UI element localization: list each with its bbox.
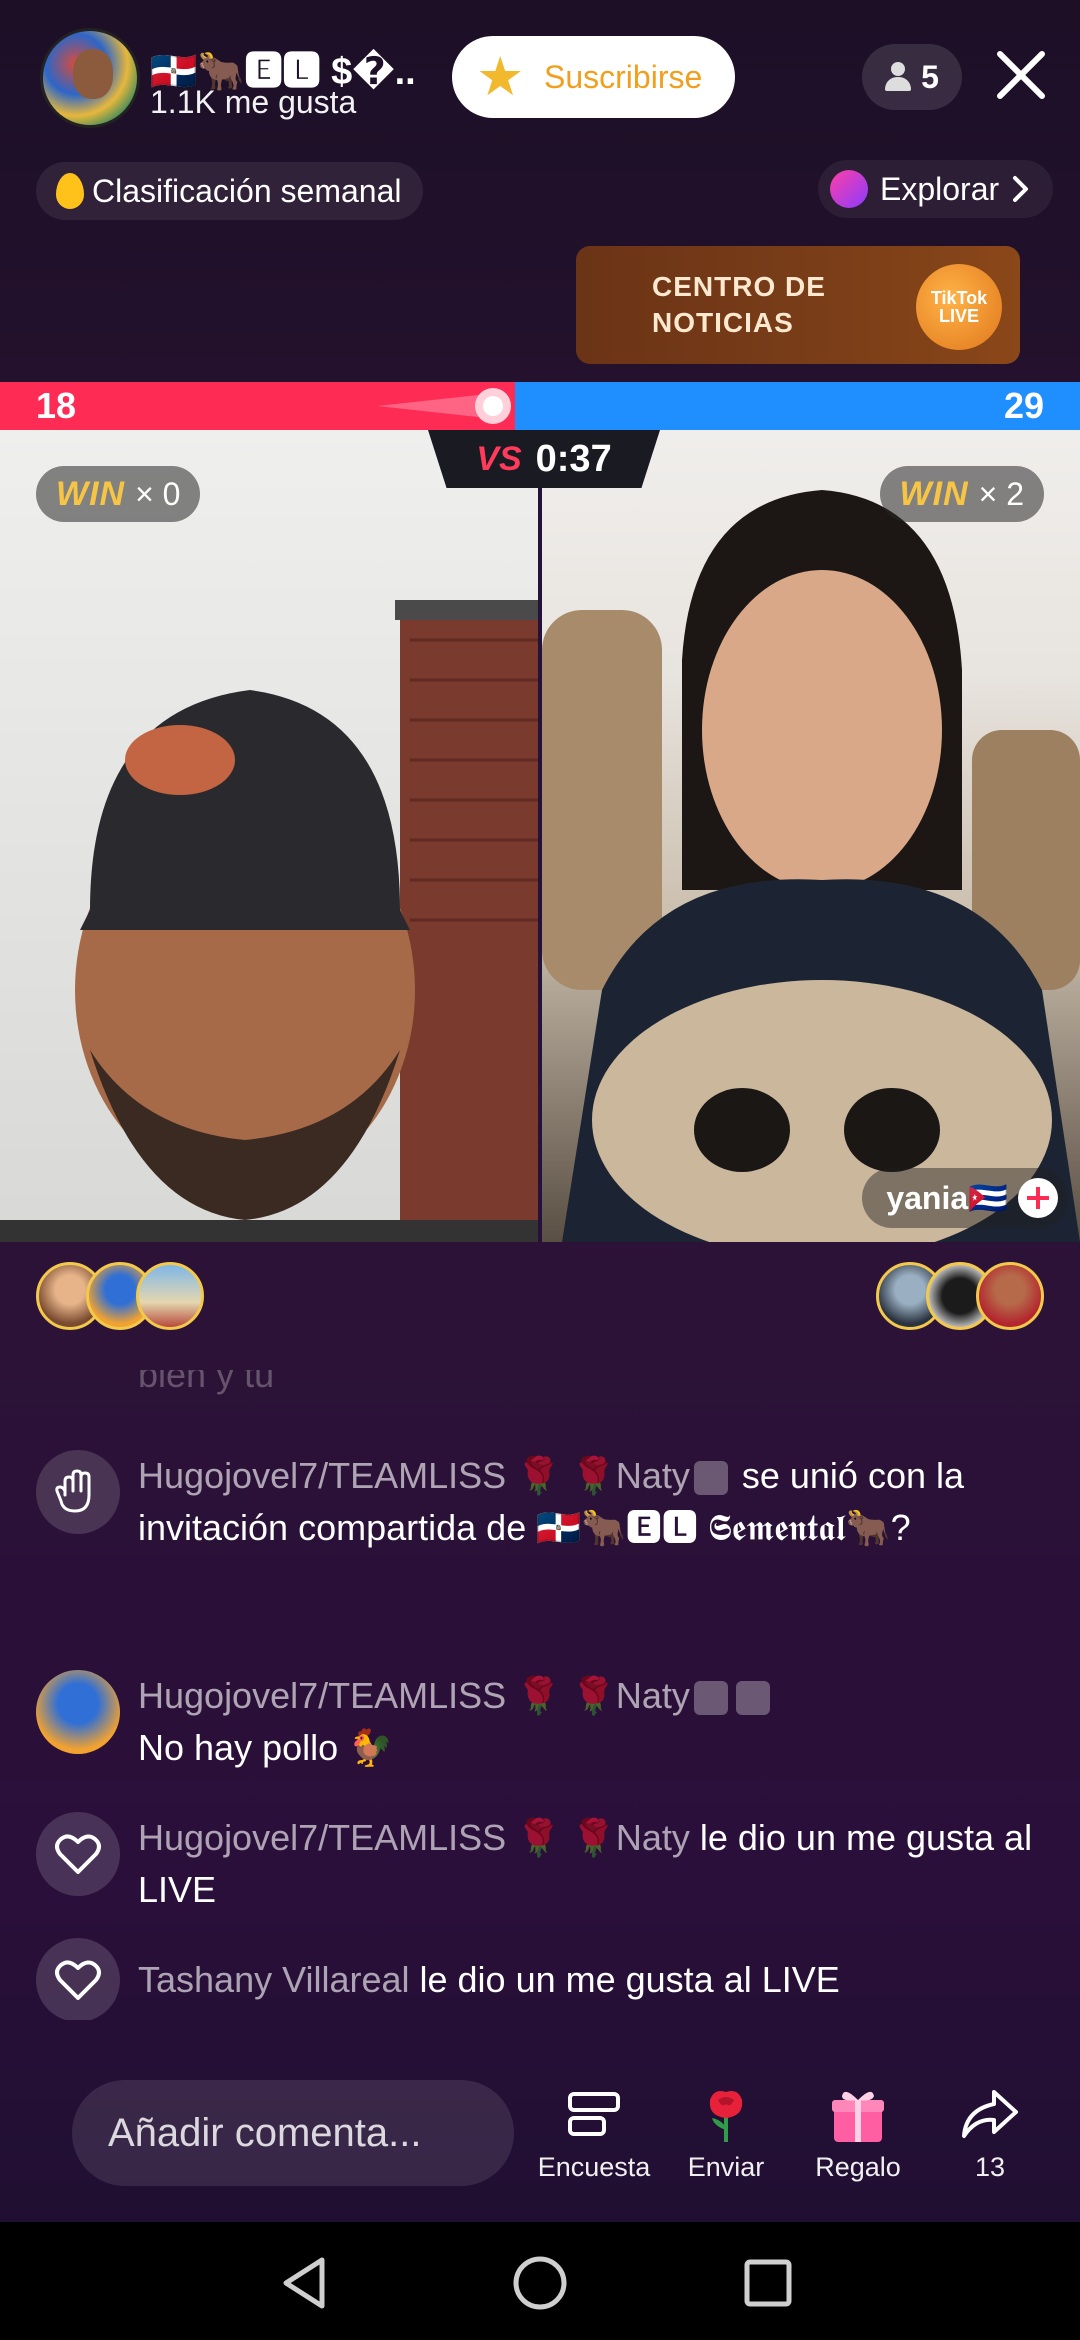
chat-username[interactable]: Tashany Villareal [138, 1959, 410, 2000]
battle-timer-value: 0:37 [535, 437, 612, 480]
chat-message-text: Hugojovel7/TEAMLISS 🌹 🌹Naty le dio un me… [138, 1812, 1038, 1916]
opponent-video[interactable] [542, 430, 1080, 1242]
gift-button[interactable]: Regalo [798, 2082, 918, 2192]
opponent-profile-tag[interactable]: yania🇨🇺 [862, 1168, 1068, 1228]
win-streak-left: WIN × 0 [36, 466, 201, 522]
user-badge-icon [693, 1681, 728, 1716]
news-banner-line2: NOTICIAS [652, 307, 794, 338]
heart-icon [55, 1834, 101, 1874]
top-gifters-left[interactable] [36, 1262, 204, 1330]
gifter-avatar[interactable] [136, 1262, 204, 1330]
win-label-right: WIN [899, 474, 969, 513]
host-camera-feed [0, 600, 538, 1242]
person-icon [885, 62, 912, 92]
send-rose-button[interactable]: Enviar [666, 2082, 786, 2192]
weekly-ranking-label: Clasificación semanal [92, 172, 402, 209]
chat-avatar [36, 1938, 120, 2020]
chat-message[interactable]: Hugojovel7/TEAMLISS 🌹 🌹Naty le dio un me… [36, 1812, 1046, 1922]
chat-message[interactable]: Hugojovel7/TEAMLISS 🌹 🌹Naty No hay pollo… [36, 1670, 1046, 1780]
chat-feed[interactable]: bien y tu Hugojovel7/TEAMLISS 🌹 🌹Naty se… [0, 1370, 1080, 2020]
tiktok-live-logo: TikTok LIVE [916, 264, 1002, 350]
planet-icon [830, 170, 868, 208]
flame-icon [56, 173, 84, 209]
chat-message-text: Hugojovel7/TEAMLISS 🌹 🌹Naty se unió con … [138, 1450, 1038, 1554]
host-avatar[interactable] [40, 28, 140, 128]
comment-input[interactable] [72, 2080, 514, 2186]
opponent-name: yania🇨🇺 [886, 1180, 1008, 1216]
opponent-camera-feed [542, 490, 1080, 1242]
chat-username[interactable]: Hugojovel7/TEAMLISS 🌹 🌹Naty [138, 1817, 690, 1858]
chat-username[interactable]: Hugojovel7/TEAMLISS 🌹 🌹Naty [138, 1455, 690, 1496]
gift-icon [832, 2091, 884, 2142]
win-streak-right: WIN × 2 [879, 466, 1044, 522]
chat-message[interactable]: Tashany Villareal le dio un me gusta al … [36, 1938, 1046, 2020]
chat-message-text: Hugojovel7/TEAMLISS 🌹 🌹Naty No hay pollo… [138, 1670, 1038, 1774]
rose-icon [709, 2091, 743, 2142]
subscribe-button[interactable]: ★ Suscribirse [452, 36, 735, 118]
heart-icon [55, 1960, 101, 2000]
win-label-left: WIN [56, 474, 126, 513]
share-icon [962, 2090, 1018, 2138]
score-right: 29 [1003, 385, 1044, 426]
chat-message-body: le dio un me gusta al LIVE [409, 1959, 840, 2000]
poll-button[interactable]: Encuesta [534, 2082, 654, 2192]
viewer-count-button[interactable]: 5 [862, 44, 962, 110]
win-count-right: × 2 [978, 475, 1024, 512]
poll-label: Encuesta [537, 2152, 651, 2182]
chat-avatar [36, 1450, 120, 1534]
chat-message[interactable]: Hugojovel7/TEAMLISS 🌹 🌹Naty se unió con … [36, 1450, 1046, 1620]
chat-message-text: Tashany Villareal le dio un me gusta al … [138, 1954, 1038, 2006]
score-bar-right [515, 382, 1080, 430]
chat-faded-message: bien y tu [138, 1370, 275, 1395]
gifter-avatar[interactable] [976, 1262, 1044, 1330]
back-icon[interactable] [272, 2248, 342, 2318]
wave-hand-icon [55, 1469, 91, 1513]
vs-icon: VS [476, 439, 522, 478]
battle-timer: VS 0:37 [428, 430, 660, 488]
news-center-banner[interactable]: CENTRO DE NOTICIAS TikTok LIVE [576, 246, 1020, 364]
user-badge-icon [735, 1681, 770, 1716]
news-banner-line1: CENTRO DE [652, 271, 826, 302]
win-count-left: × 0 [135, 475, 181, 512]
top-gifters-right[interactable] [876, 1262, 1044, 1330]
subscribe-label: Suscribirse [544, 58, 703, 95]
viewer-count: 5 [921, 58, 939, 95]
chevron-right-icon [1013, 176, 1029, 202]
chat-avatar [36, 1812, 120, 1896]
explore-label: Explorar [880, 170, 1000, 207]
home-icon[interactable] [505, 2248, 575, 2318]
chat-avatar [36, 1670, 120, 1754]
explore-button[interactable]: Explorar [818, 160, 1054, 218]
host-likes: 1.1K me gusta [150, 84, 357, 120]
recents-icon[interactable] [733, 2248, 803, 2318]
poll-icon [568, 2092, 620, 2136]
chat-message-body: No hay pollo 🐓 [138, 1727, 393, 1768]
share-button[interactable]: 13 [930, 2082, 1050, 2192]
user-badge-icon [693, 1461, 728, 1496]
star-icon: ★ [476, 47, 525, 107]
host-video[interactable] [0, 430, 538, 1242]
close-icon[interactable] [990, 44, 1052, 106]
gift-label: Regalo [815, 2152, 901, 2182]
chat-username[interactable]: Hugojovel7/TEAMLISS 🌹 🌹Naty [138, 1675, 690, 1716]
follow-plus-icon[interactable] [1018, 1178, 1058, 1218]
send-label: Enviar [687, 2152, 765, 2182]
score-streak-icon [378, 388, 511, 424]
weekly-ranking-button[interactable]: Clasificación semanal [36, 162, 424, 220]
share-count: 13 [974, 2152, 1006, 2182]
score-left: 18 [36, 385, 77, 426]
